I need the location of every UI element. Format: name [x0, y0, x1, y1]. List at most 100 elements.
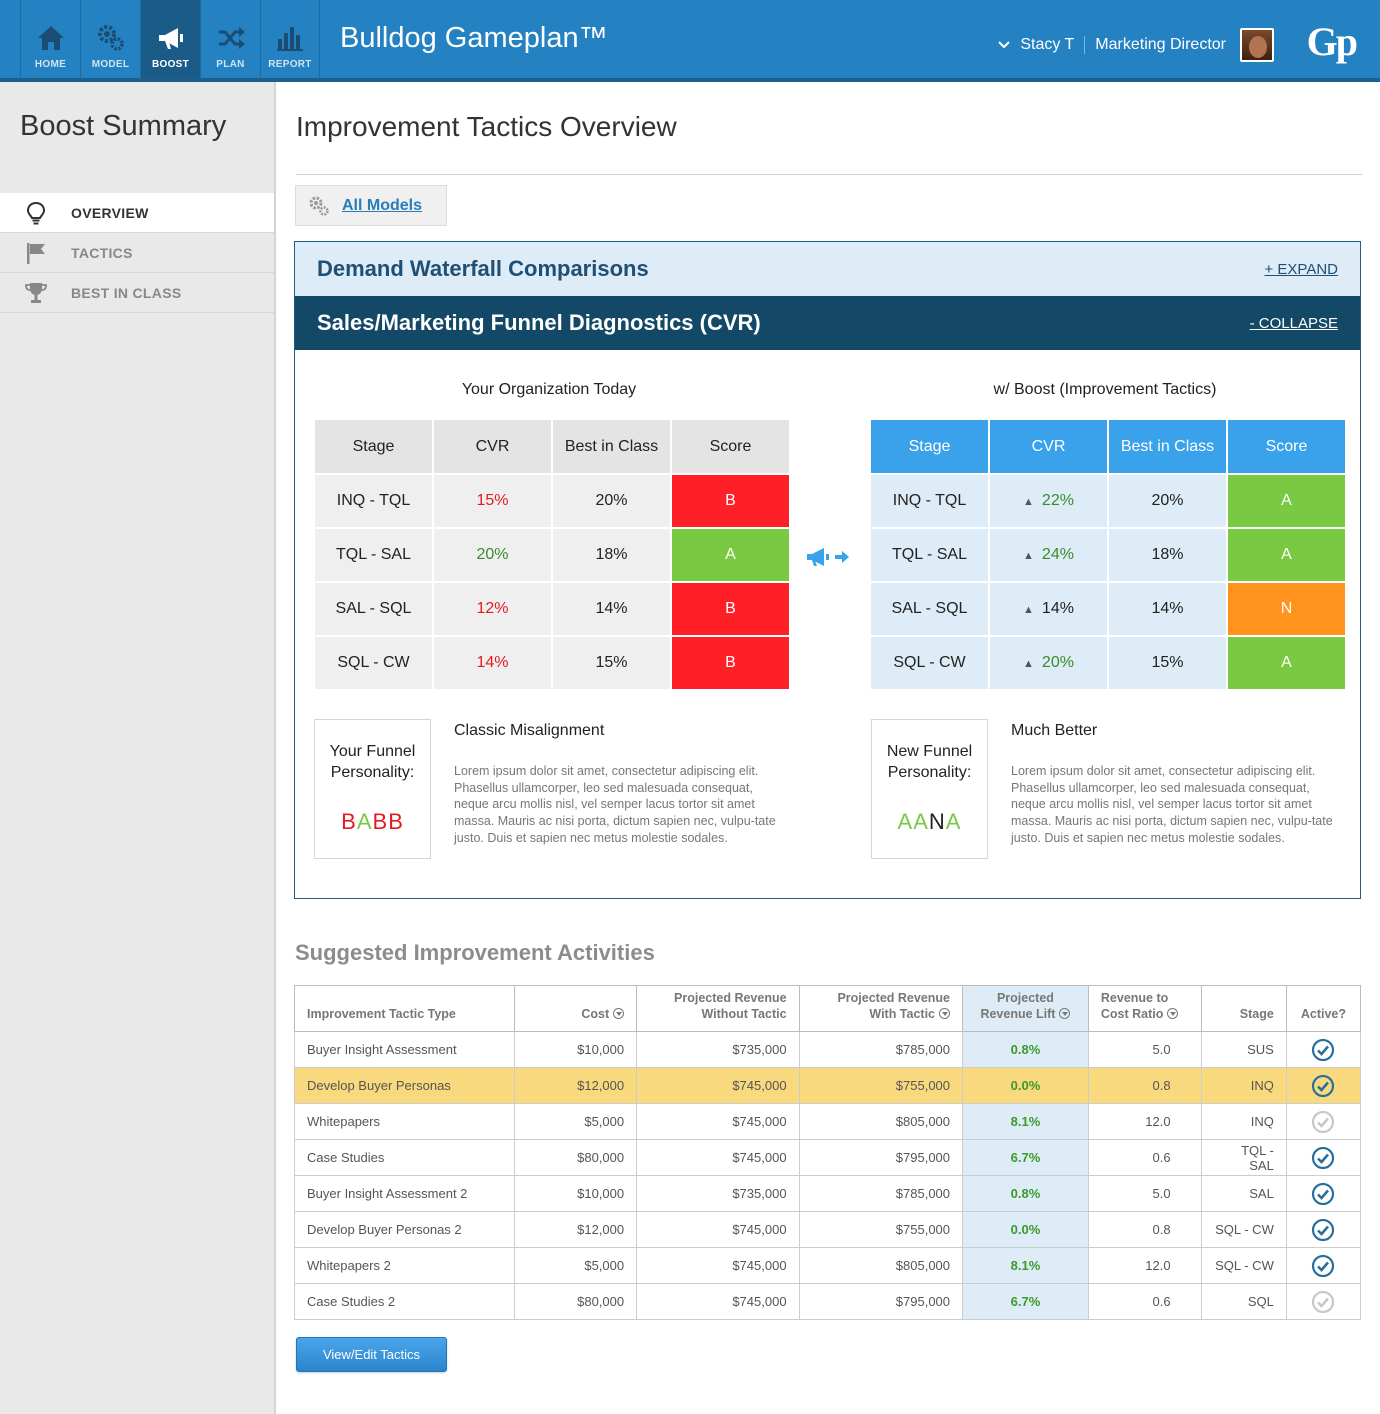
table-row[interactable]: Buyer Insight Assessment 2 $10,000 $735,00… — [293, 1175, 1362, 1212]
all-models-link[interactable]: All Models — [342, 197, 422, 215]
revenue-lift-cell: 6.7% — [962, 1283, 1089, 1320]
column-header-with[interactable]: Projected Revenue With Tactic — [798, 985, 964, 1032]
column-header-ratio[interactable]: Revenue to Cost Ratio — [1087, 985, 1202, 1032]
stage-cell: SQL - CW — [1200, 1211, 1287, 1248]
sidebar-item-label: BEST IN CLASS — [71, 284, 182, 301]
checkmark-circle-inactive-icon[interactable] — [1311, 1110, 1335, 1134]
checkmark-circle-icon[interactable] — [1311, 1182, 1335, 1206]
nav-model[interactable]: MODEL — [80, 0, 140, 78]
expand-link[interactable]: + EXPAND — [1265, 261, 1339, 278]
megaphone-icon — [158, 28, 183, 49]
score-cell: A — [1228, 475, 1345, 527]
page-title: Improvement Tactics Overview — [296, 111, 677, 142]
personality-heading: Classic Misalignment — [454, 722, 605, 739]
personality-label-line: New Funnel — [886, 743, 973, 760]
table-row[interactable]: Develop Buyer Personas $12,000 $745,000 $75… — [293, 1067, 1362, 1104]
column-header-label: Cost Ratio — [1100, 1007, 1164, 1021]
personality-heading: Much Better — [1011, 722, 1098, 739]
personality-letter: B — [388, 809, 404, 834]
score-cell: A — [672, 529, 789, 581]
stage-cell: SQL - CW — [871, 637, 988, 689]
stage-cell: SAL - SQL — [315, 583, 432, 635]
sidebar-item-best-in-class[interactable]: BEST IN CLASS — [0, 273, 274, 313]
stage-cell: TQL - SAL — [871, 529, 988, 581]
table-row[interactable]: Whitepapers $5,000 $745,000 $805,000 8.1% 12.… — [293, 1103, 1362, 1140]
all-models-button[interactable]: All Models — [295, 185, 447, 226]
tactic-type-cell: Develop Buyer Personas 2 — [293, 1211, 516, 1248]
lightbulb-icon — [26, 201, 46, 224]
tactic-type-cell: Whitepapers 2 — [293, 1247, 516, 1284]
table-row[interactable]: Case Studies 2 $80,000 $745,000 $795,000 6.7… — [293, 1283, 1362, 1320]
cost-cell: $5,000 — [514, 1247, 638, 1284]
main-nav: HOME MODEL BOOST PLAN REPORT — [20, 0, 320, 78]
checkmark-circle-icon[interactable] — [1311, 1146, 1335, 1170]
active-cell — [1285, 1175, 1362, 1212]
table-row[interactable]: Buyer Insight Assessment $10,000 $735,000 $… — [293, 1031, 1362, 1068]
table-row: INQ - TQL 15% 20% B — [315, 475, 789, 527]
revenue-lift-cell: 8.1% — [962, 1103, 1089, 1140]
checkmark-circle-icon[interactable] — [1311, 1218, 1335, 1242]
cost-cell: $80,000 — [514, 1139, 638, 1176]
nav-plan[interactable]: PLAN — [200, 0, 260, 78]
cvr-cell: 15% — [434, 475, 551, 527]
column-header: Score — [1228, 420, 1345, 473]
nav-boost[interactable]: BOOST — [140, 0, 200, 78]
revenue-without-cell: $735,000 — [636, 1175, 800, 1212]
sidebar-item-overview[interactable]: OVERVIEW — [0, 193, 274, 233]
avatar — [1240, 28, 1274, 62]
score-cell: A — [1228, 529, 1345, 581]
checkmark-circle-icon[interactable] — [1311, 1038, 1335, 1062]
sort-icon[interactable] — [613, 1008, 625, 1019]
best-cell: 14% — [553, 583, 670, 635]
sidebar-nav: OVERVIEW TACTICS BEST IN CLASS — [0, 193, 274, 313]
activities-table: Improvement Tactic Type Cost Projected R… — [293, 985, 1362, 1320]
sort-icon[interactable] — [1059, 1008, 1071, 1019]
collapse-link[interactable]: - COLLAPSE — [1250, 315, 1338, 332]
arrow-up-icon: ▲ — [1023, 496, 1034, 508]
revenue-with-cell: $795,000 — [798, 1139, 964, 1176]
active-cell — [1285, 1139, 1362, 1176]
checkmark-circle-icon[interactable] — [1311, 1074, 1335, 1098]
table-header-row: Stage CVR Best in Class Score — [315, 420, 789, 473]
arrow-up-icon: ▲ — [1023, 658, 1034, 670]
sort-icon[interactable] — [939, 1008, 951, 1019]
nav-report[interactable]: REPORT — [260, 0, 320, 78]
table-row[interactable]: Case Studies $80,000 $745,000 $795,000 6.7% 0… — [293, 1139, 1362, 1176]
checkmark-circle-inactive-icon[interactable] — [1311, 1290, 1335, 1314]
table-row: SQL - CW ▲ 20% 15% A — [871, 637, 1345, 689]
column-header-label: Without Tactic — [701, 1007, 787, 1021]
right-comparison-title: w/ Boost (Improvement Tactics) — [993, 381, 1217, 398]
view-edit-tactics-button[interactable]: View/Edit Tactics — [296, 1337, 447, 1372]
table-row[interactable]: Whitepapers 2 $5,000 $745,000 $805,000 8.1% 1… — [293, 1247, 1362, 1284]
best-cell: 15% — [553, 637, 670, 689]
user-menu[interactable]: Stacy T Marketing Director — [998, 28, 1274, 62]
nav-home[interactable]: HOME — [20, 0, 80, 78]
nav-label: PLAN — [216, 59, 245, 70]
sort-icon[interactable] — [1167, 1008, 1179, 1019]
checkmark-circle-icon[interactable] — [1311, 1254, 1335, 1278]
revenue-lift-cell: 0.8% — [962, 1031, 1089, 1068]
stage-cell: SQL — [1200, 1283, 1287, 1320]
new-personality-card: New Funnel Personality: AANA — [871, 719, 988, 859]
personality-letter: N — [928, 809, 946, 834]
shuffle-icon — [218, 27, 245, 49]
column-header-lift[interactable]: Projected Revenue Lift — [962, 985, 1089, 1032]
ratio-cell: 12.0 — [1087, 1103, 1202, 1140]
sidebar-item-tactics[interactable]: TACTICS — [0, 233, 274, 273]
table-row: TQL - SAL ▲ 24% 18% A — [871, 529, 1345, 581]
funnel-title: Sales/Marketing Funnel Diagnostics (CVR) — [317, 310, 761, 335]
personality-letter: B — [372, 809, 389, 834]
cost-cell: $80,000 — [514, 1283, 638, 1320]
column-header-cost[interactable]: Cost — [514, 985, 638, 1032]
table-header-row: Stage CVR Best in Class Score — [871, 420, 1345, 473]
score-cell: N — [1228, 583, 1345, 635]
table-row[interactable]: Develop Buyer Personas 2 $12,000 $745,000 $… — [293, 1211, 1362, 1248]
funnel-header: Sales/Marketing Funnel Diagnostics (CVR)… — [295, 296, 1360, 350]
today-table: Stage CVR Best in Class Score INQ - TQL … — [313, 418, 791, 691]
column-header-label: Cost — [581, 1007, 610, 1021]
revenue-with-cell: $795,000 — [798, 1283, 964, 1320]
app-title: Bulldog Gameplan™ — [340, 22, 608, 54]
score-cell: B — [672, 637, 789, 689]
revenue-lift-cell: 6.7% — [962, 1139, 1089, 1176]
best-cell: 20% — [1109, 475, 1226, 527]
